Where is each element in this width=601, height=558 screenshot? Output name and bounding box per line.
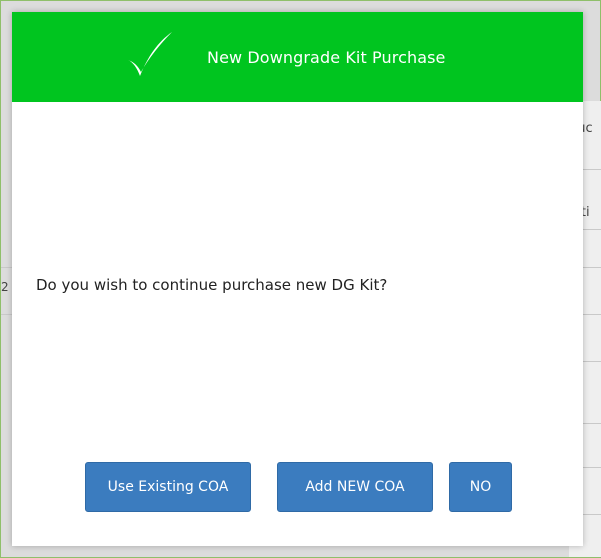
no-button[interactable]: NO (449, 462, 512, 512)
purchase-dialog: New Downgrade Kit Purchase Do you wish t… (12, 12, 583, 546)
add-new-coa-button[interactable]: Add NEW COA (277, 462, 433, 512)
dialog-message: Do you wish to continue purchase new DG … (36, 276, 388, 294)
dialog-header: New Downgrade Kit Purchase (12, 12, 583, 102)
use-existing-coa-button[interactable]: Use Existing COA (85, 462, 251, 512)
background-left-fragment: 2 (1, 280, 9, 294)
dialog-title: New Downgrade Kit Purchase (207, 48, 446, 67)
checkmark-icon (128, 32, 172, 76)
